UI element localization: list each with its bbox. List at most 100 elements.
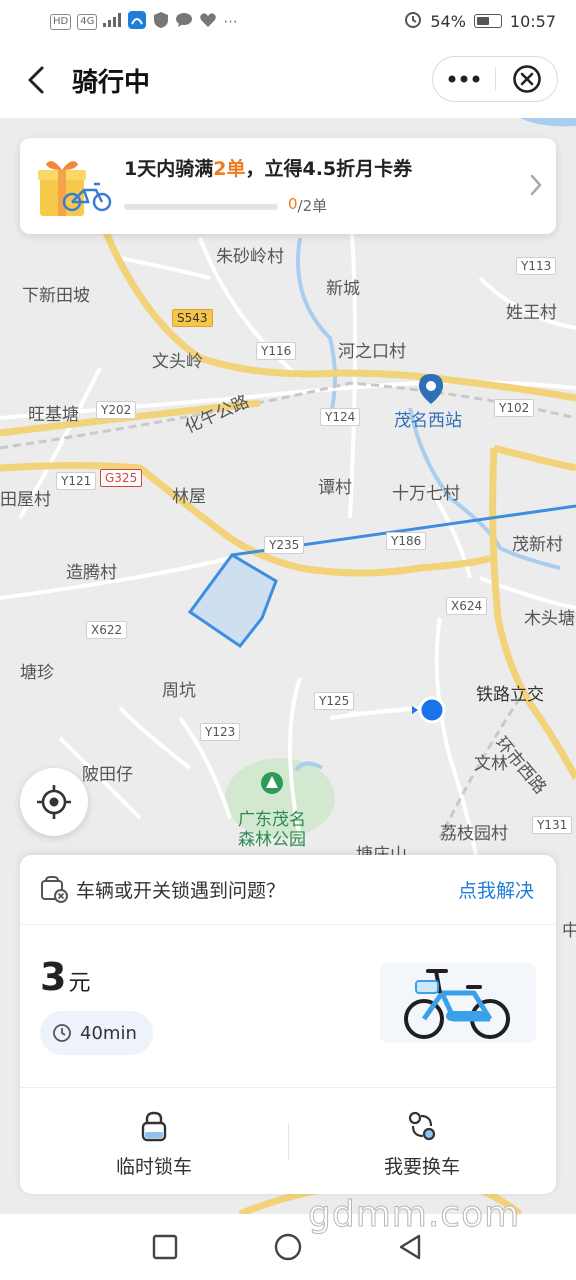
more-icon: ··· [223, 12, 238, 31]
close-icon [513, 65, 541, 93]
more-dots-icon [448, 75, 480, 83]
duration-badge: 40min [40, 1011, 153, 1055]
park-label: 森林公园 [238, 830, 306, 850]
road-badge: S543 [172, 309, 213, 327]
road-badge: Y125 [314, 692, 355, 710]
chevron-right-icon [528, 172, 544, 198]
crosshair-icon [37, 785, 71, 819]
road-badge: G325 [100, 469, 143, 487]
mini-program-capsule [432, 56, 558, 102]
road-badge: Y113 [516, 257, 557, 275]
map-label: 河之口村 [338, 342, 406, 362]
map-label: 塘珍 [20, 663, 54, 683]
square-icon [152, 1234, 178, 1260]
road-badge: Y131 [532, 816, 573, 834]
signal-icon [103, 13, 122, 30]
map-label: 姓王村 [506, 303, 557, 323]
map-label: 周坑 [162, 681, 196, 701]
battery-level [476, 17, 489, 25]
heart-icon [199, 12, 217, 31]
more-button[interactable] [433, 57, 495, 101]
hd-indicator: HD [50, 13, 72, 30]
fare: 3 元 [40, 955, 90, 999]
promo-title-suffix: ，立得4.5折月卡券 [245, 158, 413, 180]
bike-lock-issue-icon [40, 875, 68, 903]
locate-button[interactable] [20, 768, 88, 836]
action-bar: 临时锁车 我要换车 [20, 1087, 556, 1194]
home-button[interactable] [271, 1230, 305, 1264]
map-label: 文头岭 [152, 352, 203, 372]
map-label: 朱砂岭村 [216, 247, 284, 267]
fare-unit: 元 [68, 971, 91, 996]
status-right: 54% 10:57 [404, 10, 556, 32]
road-badge: Y124 [320, 408, 361, 426]
watermark: gdmm.com [307, 1194, 521, 1236]
issue-row[interactable]: 车辆或开关锁遇到问题？ 点我解决 [20, 855, 556, 925]
change-bike-button[interactable]: 我要换车 [288, 1088, 556, 1195]
page-title: 骑行中 [72, 68, 151, 98]
resolve-link[interactable]: 点我解决 [458, 876, 534, 903]
clock-icon [53, 1024, 71, 1042]
network-indicator: 4G [77, 13, 98, 30]
battery-percent: 54% [430, 11, 466, 31]
road-badge: X624 [446, 597, 488, 615]
map-label: 新城 [326, 279, 360, 299]
triangle-back-icon [399, 1234, 421, 1260]
map-label: 铁路立交 [476, 685, 544, 705]
change-bike-label: 我要换车 [383, 1156, 460, 1178]
promo-title: 1天内骑满 2单 ，立得4.5折月卡券 [124, 154, 412, 181]
recents-button[interactable] [148, 1230, 182, 1264]
road-badge: Y186 [386, 532, 427, 550]
title-bar: 骑行中 [0, 42, 576, 118]
status-left: HD 4G ··· [50, 10, 238, 33]
system-back-button[interactable] [394, 1230, 428, 1264]
road-badge: Y116 [256, 342, 297, 360]
progress-total: /2单 [297, 197, 328, 215]
promo-card[interactable]: 1天内骑满 2单 ，立得4.5折月卡券 0/2单 [20, 138, 556, 234]
promo-progress-text: 0/2单 [288, 195, 327, 216]
status-time: 10:57 [509, 11, 556, 31]
shield-icon [153, 11, 169, 32]
promo-progress-bar [124, 204, 278, 210]
road-badge: Y202 [96, 401, 137, 419]
station-label: 茂名西站 [394, 411, 462, 431]
chat-icon [175, 12, 193, 31]
map-label: 中 [562, 921, 576, 941]
road-badge: X622 [86, 621, 128, 639]
back-button[interactable] [18, 60, 58, 100]
temporary-lock-button[interactable]: 临时锁车 [20, 1088, 288, 1195]
map-label: 茂新村 [512, 535, 563, 555]
map-label: 田屋村 [0, 490, 51, 510]
map-label: 林屋 [172, 487, 206, 507]
road-badge: Y121 [56, 472, 97, 490]
gift-bike-icon [36, 154, 126, 220]
map-label: 荔枝园村 [440, 824, 508, 844]
duration-text: 40min [80, 1022, 137, 1044]
close-button[interactable] [496, 57, 558, 101]
fare-amount: 3 [40, 955, 67, 999]
map-label: 十万七村 [392, 484, 460, 504]
battery-icon [473, 14, 502, 28]
map-label: 下新田坡 [22, 286, 90, 306]
map-label: 造腾村 [66, 563, 117, 583]
progress-current: 0 [288, 195, 298, 213]
status-bar: HD 4G ··· 54% 10:57 [0, 0, 576, 42]
road-badge: Y235 [264, 536, 305, 554]
promo-title-highlight: 2单 [213, 158, 246, 180]
map-label: 木头塘 [524, 609, 575, 629]
app-icon [127, 10, 147, 33]
temporary-lock-label: 临时锁车 [115, 1156, 192, 1178]
issue-text: 车辆或开关锁遇到问题？ [76, 880, 286, 902]
swap-bike-icon [407, 1110, 437, 1142]
map-label: 陂田仔 [82, 765, 133, 785]
alarm-icon [404, 10, 422, 32]
road-badge: Y102 [494, 399, 535, 417]
current-location-dot [418, 696, 446, 724]
circle-icon [274, 1233, 302, 1261]
bike-image [380, 963, 536, 1043]
lock-icon [139, 1110, 169, 1142]
map-label: 旺基塘 [28, 405, 79, 425]
chevron-left-icon [28, 66, 44, 94]
bike-icon [404, 969, 510, 1039]
ride-info-card: 车辆或开关锁遇到问题？ 点我解决 3 元 40min 临时锁车 我要换车 [20, 855, 556, 1194]
